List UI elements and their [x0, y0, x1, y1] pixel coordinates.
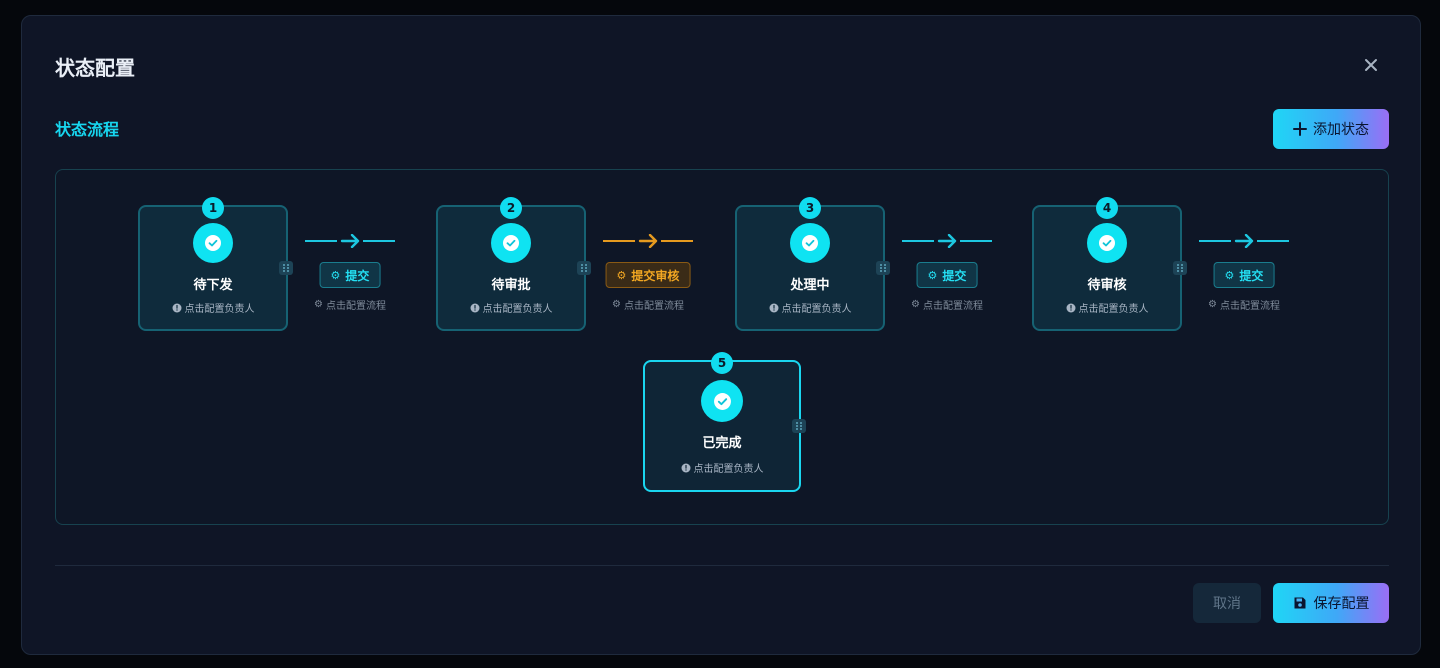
node-owner-text: 点击配置负责人: [693, 464, 764, 475]
node-owner-link[interactable]: 点击配置负责人: [737, 300, 883, 315]
node-owner-link[interactable]: 点击配置负责人: [1034, 300, 1180, 315]
transition-button[interactable]: ⚙ 提交: [1213, 262, 1275, 288]
transition-button[interactable]: ⚙ 提交审核: [605, 262, 691, 288]
status-node[interactable]: 1 待下发 点击配置负责人: [138, 197, 293, 331]
transition-connector: ⚙ 提交 ⚙ 点击配置流程: [305, 234, 395, 334]
gear-icon: ⚙: [330, 268, 341, 282]
gear-icon: ⚙: [314, 299, 323, 310]
save-config-button[interactable]: 保存配置: [1273, 583, 1389, 623]
info-icon: [172, 303, 181, 312]
check-icon: [790, 223, 830, 263]
transition-connector: ⚙ 提交审核 ⚙ 点击配置流程: [603, 234, 693, 334]
node-owner-text: 点击配置负责人: [1078, 304, 1149, 315]
status-config-modal: 状态配置 状态流程 添加状态 1 待下发 点击配置负责人 ⚙ 提交 ⚙ 点击配置…: [21, 15, 1421, 655]
node-name: 待下发: [193, 278, 233, 293]
gear-icon: ⚙: [1224, 268, 1235, 282]
node-index-badge: 5: [711, 352, 733, 374]
close-icon: [1365, 59, 1377, 71]
transition-config-link[interactable]: ⚙ 点击配置流程: [612, 297, 684, 312]
transition-button[interactable]: ⚙ 提交: [916, 262, 978, 288]
drag-handle-icon[interactable]: [577, 261, 591, 275]
gear-icon: ⚙: [911, 299, 920, 310]
transition-label: 提交: [1239, 268, 1264, 283]
save-config-label: 保存配置: [1313, 596, 1370, 612]
drag-handle-icon[interactable]: [876, 261, 890, 275]
check-icon: [701, 380, 743, 422]
arrow-right-icon: [902, 234, 992, 248]
arrow-right-icon: [603, 234, 693, 248]
node-name: 处理中: [790, 278, 830, 293]
transition-connector: ⚙ 提交 ⚙ 点击配置流程: [902, 234, 992, 334]
transition-config-text: 点击配置流程: [922, 301, 983, 312]
node-name: 已完成: [702, 436, 742, 451]
transition-label: 提交: [942, 268, 967, 283]
status-node[interactable]: 4 待审核 点击配置负责人: [1032, 197, 1187, 331]
add-status-label: 添加状态: [1313, 122, 1369, 138]
node-owner-link[interactable]: 点击配置负责人: [438, 300, 584, 315]
node-owner-text: 点击配置负责人: [184, 304, 255, 315]
node-index-badge: 3: [799, 197, 821, 219]
status-node[interactable]: 2 待审批 点击配置负责人: [436, 197, 591, 331]
close-button[interactable]: [1358, 52, 1384, 78]
transition-config-text: 点击配置流程: [1219, 301, 1280, 312]
gear-icon: ⚙: [927, 268, 938, 282]
modal-title: 状态配置: [55, 56, 135, 80]
node-name: 待审批: [491, 278, 531, 293]
transition-connector: ⚙ 提交 ⚙ 点击配置流程: [1199, 234, 1289, 334]
node-name: 待审核: [1087, 278, 1127, 293]
node-index-badge: 4: [1096, 197, 1118, 219]
transition-config-link[interactable]: ⚙ 点击配置流程: [314, 297, 386, 312]
gear-icon: ⚙: [612, 299, 621, 310]
transition-config-text: 点击配置流程: [623, 301, 684, 312]
node-owner-text: 点击配置负责人: [482, 304, 553, 315]
transition-config-text: 点击配置流程: [325, 301, 386, 312]
check-icon: [1087, 223, 1127, 263]
status-node[interactable]: 3 处理中 点击配置负责人: [735, 197, 890, 331]
arrow-right-icon: [305, 234, 395, 248]
transition-label: 提交审核: [631, 268, 680, 283]
info-icon: [470, 303, 479, 312]
info-icon: [681, 463, 690, 472]
cancel-button[interactable]: 取消: [1193, 583, 1261, 623]
footer-divider: [55, 565, 1389, 566]
node-index-badge: 1: [202, 197, 224, 219]
node-owner-text: 点击配置负责人: [781, 304, 852, 315]
transition-label: 提交: [345, 268, 370, 283]
node-owner-link[interactable]: 点击配置负责人: [140, 300, 286, 315]
status-node[interactable]: 5 已完成 点击配置负责人: [643, 352, 806, 492]
section-title: 状态流程: [55, 120, 120, 139]
check-icon: [491, 223, 531, 263]
save-icon: [1294, 597, 1305, 609]
transition-config-link[interactable]: ⚙ 点击配置流程: [1208, 297, 1280, 312]
node-owner-link[interactable]: 点击配置负责人: [645, 460, 799, 475]
plus-icon: [1293, 122, 1307, 136]
node-index-badge: 2: [500, 197, 522, 219]
gear-icon: ⚙: [616, 268, 627, 282]
info-icon: [769, 303, 778, 312]
transition-button[interactable]: ⚙ 提交: [319, 262, 381, 288]
gear-icon: ⚙: [1208, 299, 1217, 310]
info-icon: [1066, 303, 1075, 312]
arrow-right-icon: [1199, 234, 1289, 248]
check-icon: [193, 223, 233, 263]
transition-config-link[interactable]: ⚙ 点击配置流程: [911, 297, 983, 312]
drag-handle-icon[interactable]: [792, 419, 806, 433]
drag-handle-icon[interactable]: [1173, 261, 1187, 275]
status-flow-panel: 1 待下发 点击配置负责人 ⚙ 提交 ⚙ 点击配置流程 2 待审批 点击配置负责…: [55, 169, 1389, 525]
add-status-button[interactable]: 添加状态: [1273, 109, 1389, 149]
drag-handle-icon[interactable]: [279, 261, 293, 275]
